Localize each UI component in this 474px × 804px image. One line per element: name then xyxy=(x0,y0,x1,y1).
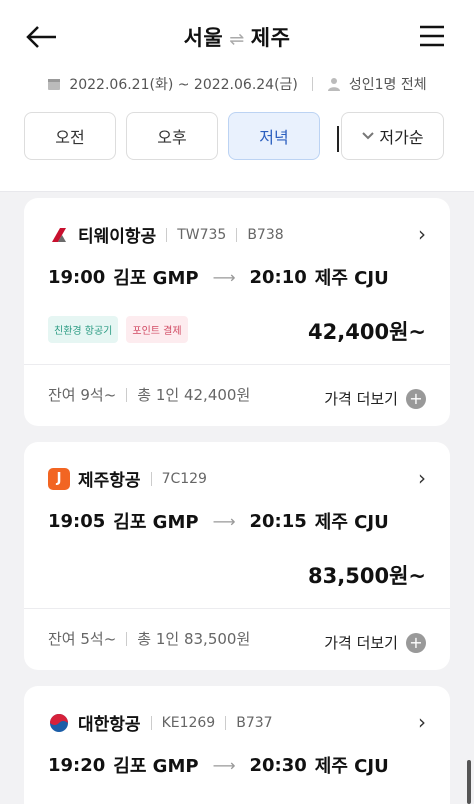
departure-time: 19:20 xyxy=(48,754,106,776)
header: 서울 ⇌ 제주 2022.06.21(화) ~ 2022.06.24(금) 성인1명… xyxy=(0,0,474,192)
arrival-airport: 제주 CJU xyxy=(314,756,389,777)
plus-icon: + xyxy=(406,388,426,409)
filter-afternoon[interactable]: 오후 xyxy=(126,112,218,160)
chevron-right-icon[interactable]: › xyxy=(418,466,426,490)
flight-times: 19:20 김포 GMP ⟶ 20:30 제주 CJU xyxy=(48,752,389,778)
price: 83,500원~ xyxy=(308,564,426,588)
filter-divider xyxy=(337,126,339,152)
remaining-seats: 잔여 5석~ xyxy=(48,630,117,648)
flight-list: 티웨이항공 TW735 B738 › 19:00 김포 GMP ⟶ 20:10 … xyxy=(0,192,474,804)
swap-icon[interactable]: ⇌ xyxy=(229,29,245,50)
flight-times: 19:05 김포 GMP ⟶ 20:15 제주 CJU xyxy=(48,508,389,534)
calendar-icon xyxy=(48,79,61,90)
flight-card[interactable]: J 제주항공 7C129 › 19:05 김포 GMP ⟶ 20:15 제주 C… xyxy=(24,442,450,670)
tway-logo-icon xyxy=(48,223,70,246)
point-payment-tag: 포인트 결제 xyxy=(126,316,188,343)
flight-times: 19:00 김포 GMP ⟶ 20:10 제주 CJU xyxy=(48,264,389,290)
departure-time: 19:00 xyxy=(48,266,106,288)
seat-divider xyxy=(126,387,128,402)
airline-name: 제주항공 xyxy=(78,471,141,491)
more-prices-label: 가격 더보기 xyxy=(324,390,398,408)
korean-air-logo-icon xyxy=(48,711,70,734)
arrival-time: 20:30 xyxy=(249,754,307,776)
chevron-right-icon[interactable]: › xyxy=(418,710,426,734)
price: 42,400원~ xyxy=(308,320,426,344)
remaining-seats: 잔여 9석~ xyxy=(48,386,117,404)
time-filters: 오전 오후 저녁 xyxy=(24,112,320,160)
chevron-right-icon[interactable]: › xyxy=(418,222,426,246)
more-prices-label: 가격 더보기 xyxy=(324,634,398,652)
aircraft-type: B737 xyxy=(225,715,273,730)
departure-airport: 김포 GMP xyxy=(113,756,199,777)
departure-airport: 김포 GMP xyxy=(113,512,199,533)
chevron-down-icon xyxy=(362,132,375,140)
total-price: 총 1인 42,400원 xyxy=(137,386,251,404)
more-prices-button[interactable]: 가격 더보기 + xyxy=(324,632,426,653)
filter-morning[interactable]: 오전 xyxy=(24,112,116,160)
card-divider xyxy=(24,608,450,609)
date-range: 2022.06.21(화) ~ 2022.06.24(금) xyxy=(69,77,298,93)
meta-divider xyxy=(311,77,313,91)
airline-info: 대한항공 KE1269 B737 xyxy=(48,710,273,735)
flight-number: 7C129 xyxy=(150,471,207,486)
flight-number: TW735 xyxy=(166,227,226,242)
passenger-info: 성인1명 전체 xyxy=(348,77,427,93)
arrival-time: 20:10 xyxy=(249,266,307,288)
seat-info: 잔여 5석~ 총 1인 83,500원 xyxy=(48,628,250,649)
person-icon xyxy=(327,78,340,91)
departure-airport: 김포 GMP xyxy=(113,268,199,289)
filter-evening[interactable]: 저녁 xyxy=(228,112,320,160)
more-prices-button[interactable]: 가격 더보기 + xyxy=(324,388,426,409)
arrow-right-icon: ⟶ xyxy=(212,755,236,775)
sort-button[interactable]: 저가순 xyxy=(341,112,444,160)
arrival-airport: 제주 CJU xyxy=(314,268,389,289)
flight-number: KE1269 xyxy=(150,715,215,730)
arrival-time: 20:15 xyxy=(249,510,307,532)
route-title: 서울 ⇌ 제주 xyxy=(0,22,474,52)
airline-info: 티웨이항공 TW735 B738 xyxy=(48,222,284,247)
arrival-airport: 제주 CJU xyxy=(314,512,389,533)
destination-city: 제주 xyxy=(250,26,291,50)
flight-card[interactable]: 티웨이항공 TW735 B738 › 19:00 김포 GMP ⟶ 20:10 … xyxy=(24,198,450,426)
plus-icon: + xyxy=(406,632,426,653)
departure-time: 19:05 xyxy=(48,510,106,532)
scrollbar[interactable] xyxy=(467,760,471,804)
seat-info: 잔여 9석~ 총 1인 42,400원 xyxy=(48,384,250,405)
airline-name: 티웨이항공 xyxy=(78,227,157,247)
arrow-right-icon: ⟶ xyxy=(212,267,236,287)
seat-divider xyxy=(126,631,128,646)
airline-name: 대한항공 xyxy=(78,715,141,735)
menu-button[interactable] xyxy=(418,22,448,52)
tag-list: 친환경 항공기 포인트 결제 xyxy=(48,316,188,343)
origin-city: 서울 xyxy=(183,26,224,50)
airline-info: J 제주항공 7C129 xyxy=(48,466,218,491)
flight-card[interactable]: 대한항공 KE1269 B737 › 19:20 김포 GMP ⟶ 20:30 … xyxy=(24,686,450,804)
aircraft-type: B738 xyxy=(236,227,284,242)
arrow-right-icon: ⟶ xyxy=(212,511,236,531)
eco-aircraft-tag: 친환경 항공기 xyxy=(48,316,119,343)
jeju-air-logo-icon: J xyxy=(48,467,70,490)
card-divider xyxy=(24,364,450,365)
total-price: 총 1인 83,500원 xyxy=(137,630,251,648)
sort-label: 저가순 xyxy=(379,128,424,147)
hamburger-icon xyxy=(420,25,444,47)
search-meta[interactable]: 2022.06.21(화) ~ 2022.06.24(금) 성인1명 전체 xyxy=(0,74,474,94)
